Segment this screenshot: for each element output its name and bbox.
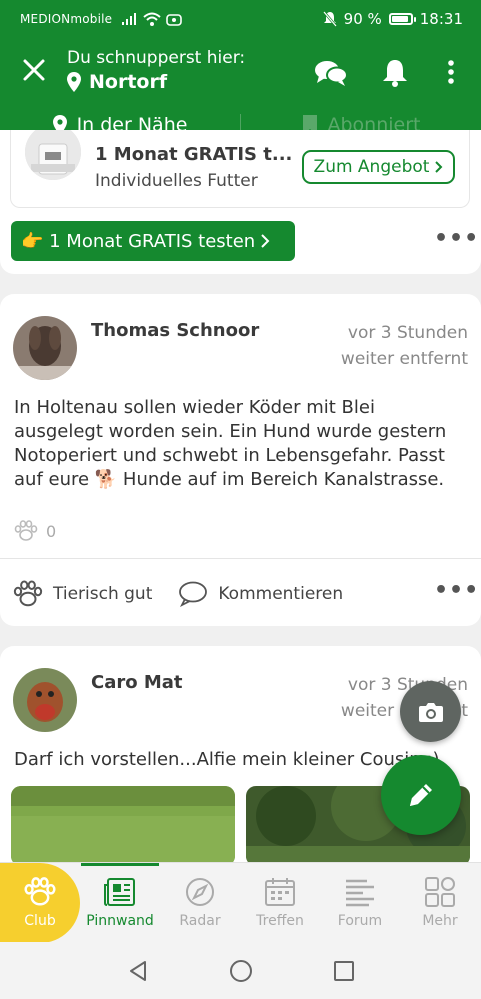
chevron-right-icon bbox=[261, 234, 270, 248]
nav-radar-label: Radar bbox=[179, 913, 221, 929]
like-button-label: Tierisch gut bbox=[53, 584, 153, 604]
battery-icon bbox=[388, 13, 416, 25]
post-photo[interactable] bbox=[11, 786, 235, 866]
chevron-right-icon bbox=[435, 161, 443, 173]
signal-icon bbox=[122, 13, 137, 25]
location-prefix: Du schnupperst hier: bbox=[67, 48, 246, 68]
nav-pinnwand-label: Pinnwand bbox=[86, 913, 154, 929]
wifi-icon bbox=[143, 12, 161, 26]
nav-treffen-label: Treffen bbox=[256, 913, 304, 929]
calendar-icon bbox=[265, 878, 295, 906]
post-meta: vor 3 Stunden weiter entfernt bbox=[341, 320, 468, 372]
avatar[interactable] bbox=[13, 668, 77, 732]
comment-icon bbox=[179, 581, 208, 607]
bell-icon[interactable] bbox=[378, 58, 412, 88]
location-name: Nortorf bbox=[89, 71, 168, 93]
back-icon[interactable] bbox=[127, 960, 149, 982]
offer-button-label: Zum Angebot bbox=[313, 157, 430, 177]
close-icon[interactable] bbox=[20, 56, 48, 84]
comment-button-label: Kommentieren bbox=[218, 584, 344, 604]
like-count: 0 bbox=[14, 520, 56, 542]
ad-product-image bbox=[25, 130, 81, 180]
nav-club-label: Club bbox=[24, 913, 56, 929]
post-distance: weiter entfernt bbox=[340, 349, 468, 369]
location-selector[interactable]: Nortorf bbox=[67, 71, 167, 93]
nav-forum[interactable]: Forum bbox=[320, 863, 400, 943]
nav-mehr-label: Mehr bbox=[422, 913, 458, 929]
camera-icon bbox=[418, 702, 443, 722]
paw-icon bbox=[14, 520, 38, 541]
create-post-button[interactable] bbox=[381, 755, 461, 835]
post-text: In Holtenau sollen wieder Köder mit Blei… bbox=[14, 397, 447, 490]
ad-subtitle: Individuelles Futter bbox=[95, 171, 258, 191]
free-trial-label: 👉 1 Monat GRATIS testen bbox=[21, 230, 256, 252]
nav-pinnwand[interactable]: Pinnwand bbox=[80, 863, 160, 943]
free-trial-button[interactable]: 👉 1 Monat GRATIS testen bbox=[11, 221, 295, 261]
recents-icon[interactable] bbox=[333, 960, 355, 982]
more-vertical-icon[interactable] bbox=[434, 58, 468, 88]
mute-bell-icon bbox=[322, 11, 337, 27]
nav-radar[interactable]: Radar bbox=[160, 863, 240, 943]
battery-fill bbox=[391, 16, 408, 22]
home-icon[interactable] bbox=[229, 959, 253, 983]
compass-icon bbox=[186, 878, 214, 906]
forum-icon bbox=[346, 879, 374, 907]
clock: 18:31 bbox=[419, 10, 463, 28]
post-actions: Tierisch gut Kommentieren bbox=[13, 580, 369, 608]
like-button[interactable]: Tierisch gut bbox=[13, 580, 152, 608]
screencast-icon bbox=[166, 13, 183, 26]
pencil-icon bbox=[410, 784, 432, 806]
battery-percent: 90 % bbox=[343, 10, 382, 28]
status-bar: MEDIONmobile 90 % 18:31 bbox=[0, 0, 481, 38]
grid-icon bbox=[425, 877, 455, 907]
newspaper-icon bbox=[104, 878, 135, 906]
more-horizontal-icon[interactable]: ••• bbox=[434, 226, 479, 251]
nav-club[interactable]: Club bbox=[0, 863, 80, 943]
post-time: vor 3 Stunden bbox=[347, 323, 468, 343]
ad-title: 1 Monat GRATIS t... bbox=[95, 144, 293, 165]
nav-treffen[interactable]: Treffen bbox=[240, 863, 320, 943]
camera-button[interactable] bbox=[400, 681, 461, 742]
system-navigation bbox=[0, 942, 481, 999]
post-card: Thomas Schnoor vor 3 Stunden weiter entf… bbox=[0, 294, 481, 626]
paw-icon bbox=[13, 580, 43, 607]
avatar[interactable] bbox=[13, 316, 77, 380]
offer-button[interactable]: Zum Angebot bbox=[302, 150, 455, 184]
chat-icon[interactable] bbox=[314, 58, 348, 88]
ad-banner[interactable]: 1 Monat GRATIS t... Individuelles Futter… bbox=[10, 130, 470, 208]
ad-card: 1 Monat GRATIS t... Individuelles Futter… bbox=[0, 130, 481, 274]
nav-mehr[interactable]: Mehr bbox=[400, 863, 480, 943]
comment-button[interactable]: Kommentieren bbox=[178, 581, 343, 607]
nav-forum-label: Forum bbox=[337, 913, 383, 929]
post-author[interactable]: Thomas Schnoor bbox=[91, 320, 259, 341]
carrier-name: MEDIONmobile bbox=[20, 12, 113, 26]
like-count-value: 0 bbox=[46, 521, 57, 541]
bottom-navigation: Club Pinnwand Radar Treffen Forum Mehr bbox=[0, 862, 481, 943]
more-horizontal-icon[interactable]: ••• bbox=[434, 578, 479, 603]
paw-icon bbox=[24, 877, 56, 906]
post-author[interactable]: Caro Mat bbox=[91, 672, 183, 693]
location-pin-icon bbox=[67, 72, 81, 92]
